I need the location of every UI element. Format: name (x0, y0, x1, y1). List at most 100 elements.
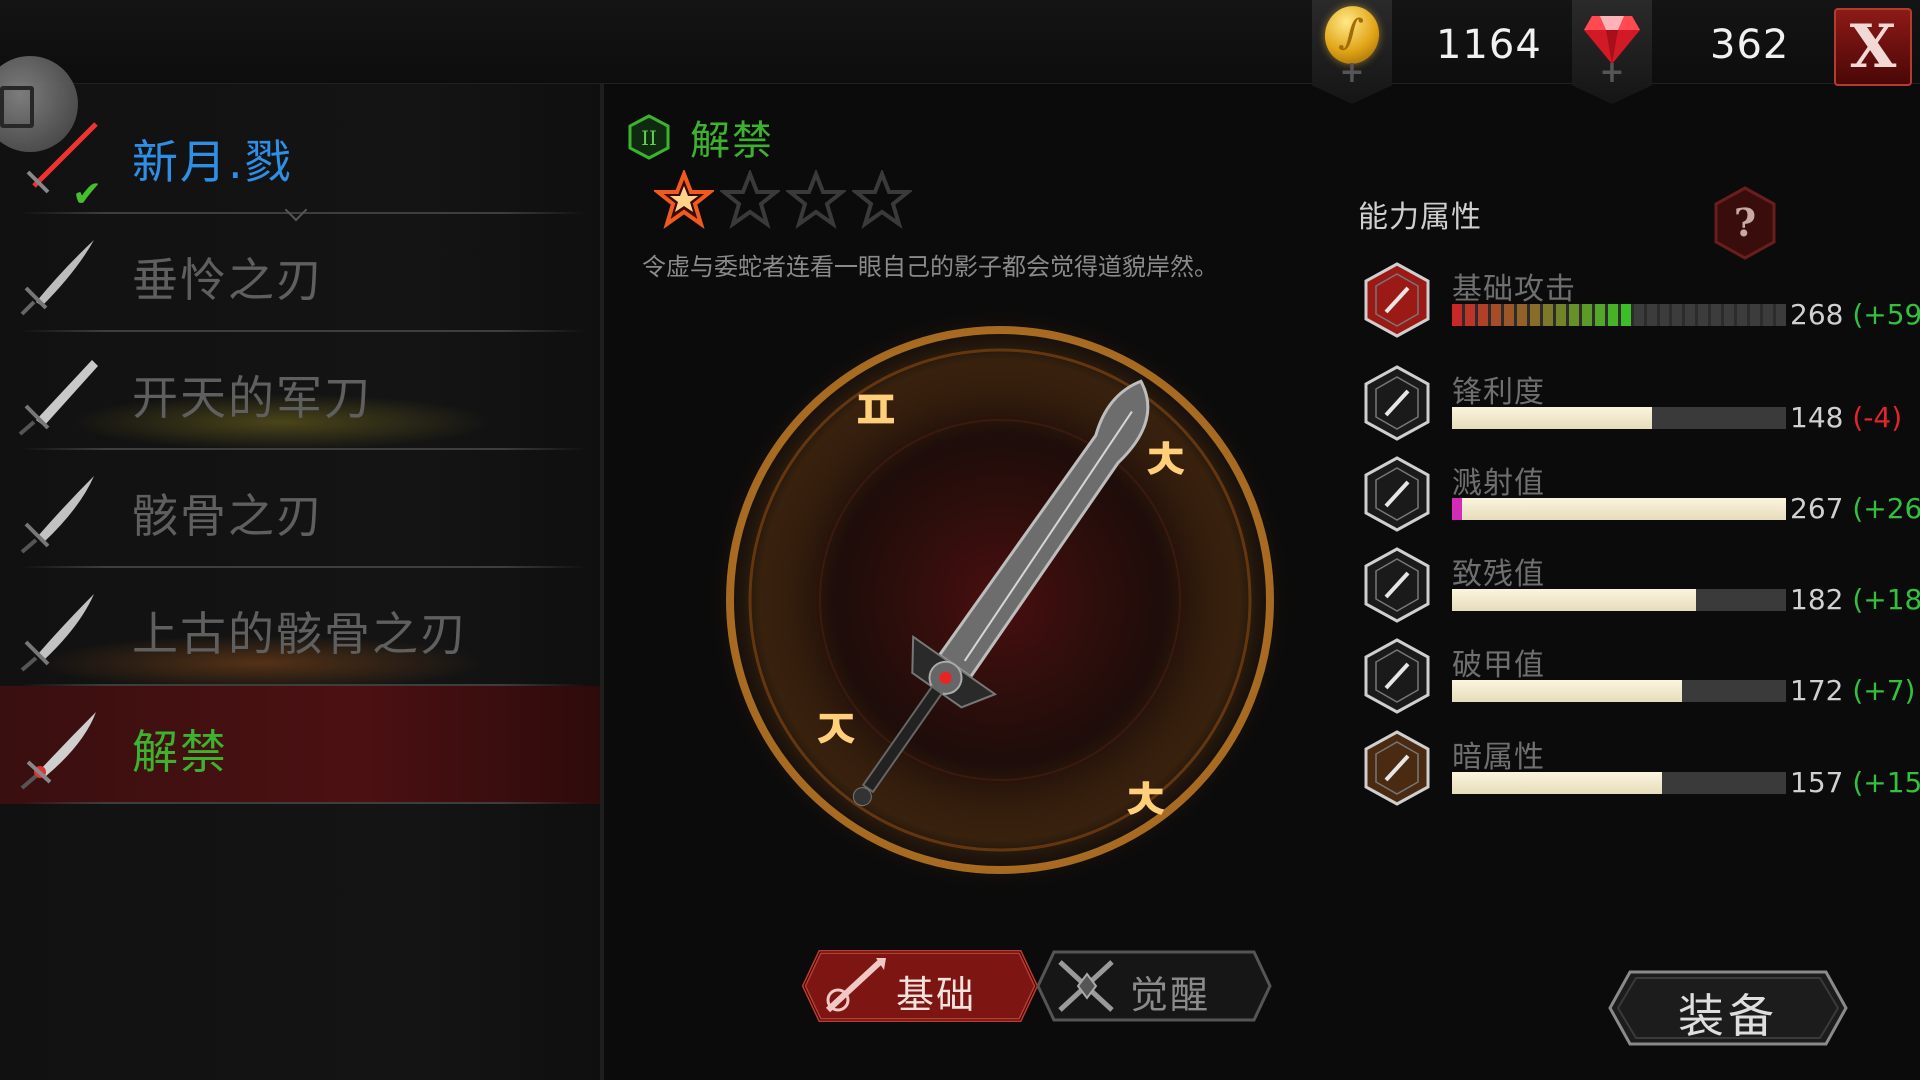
stat-label: 锋利度 (1452, 375, 1545, 410)
stat-bar-segment (1594, 304, 1605, 326)
stat-bar-segment (1659, 304, 1670, 326)
stat-delta: (+157) (1852, 766, 1920, 799)
svg-text:II: II (641, 126, 657, 150)
ruby-amount: 362 (1710, 22, 1790, 68)
stat-value: 182 (+182) (1790, 583, 1920, 616)
ruby-add-button[interactable]: + (1572, 0, 1652, 104)
stat-bar (1452, 407, 1786, 429)
star-empty-icon (720, 170, 780, 229)
weapon-list-item[interactable]: 开天的军刀 (0, 332, 600, 450)
svg-text:ㅊ: ㅊ (1140, 428, 1192, 494)
stat-bar-fill (1452, 589, 1696, 611)
cripple-hex-icon (1364, 547, 1430, 623)
tab-basic-label: 基础 (896, 973, 977, 1017)
stat-bar-segment (1724, 304, 1735, 326)
weapon-list-item[interactable]: 上古的骸骨之刃 (0, 568, 600, 686)
stat-bar-segment (1516, 304, 1527, 326)
sword-icon (20, 476, 94, 554)
star-empty-icon (786, 170, 846, 229)
stat-number: 148 (1790, 401, 1844, 434)
stat-bar (1452, 304, 1787, 326)
tab-basic[interactable]: 基础 (800, 948, 1040, 1024)
stat-row: 暗属性 157 (+157) (1362, 730, 1920, 816)
stat-bar-fill (1452, 680, 1683, 702)
weapon-list-item[interactable]: 解禁 (0, 686, 600, 804)
stat-delta: (+7) (1852, 674, 1916, 707)
stat-bar-segment (1581, 304, 1592, 326)
rank-badge-icon: II (628, 114, 670, 160)
stat-value: 172 (+7) (1790, 674, 1915, 707)
add-ruby-icon: + (1599, 55, 1625, 90)
shield-break-hex-icon (1364, 638, 1430, 714)
add-gold-icon: + (1339, 55, 1365, 90)
stat-row: 基础攻击 268 (+59) (1362, 262, 1920, 348)
tab-awaken-label: 觉醒 (1130, 973, 1211, 1017)
weapon-list-item[interactable]: 垂怜之刃 (0, 214, 600, 332)
stat-bar-segment (1685, 304, 1696, 326)
stat-value: 148 (-4) (1790, 401, 1902, 434)
stat-bar-fill (1452, 772, 1663, 794)
stat-label: 破甲值 (1452, 648, 1545, 683)
stat-bar-segment (1555, 304, 1566, 326)
stat-bar-segment (1503, 304, 1514, 326)
equip-button[interactable]: 装备 (1606, 968, 1850, 1048)
stat-bar (1452, 498, 1786, 520)
stat-bar-segment (1672, 304, 1683, 326)
stat-bar-marker (1452, 498, 1462, 520)
weapon-name: 垂怜之刃 (132, 253, 324, 307)
gold-add-button[interactable]: + (1312, 0, 1392, 104)
svg-text:ㅍ: ㅍ (850, 378, 902, 444)
sword-icon (18, 360, 98, 436)
stat-delta: (+267) (1852, 492, 1920, 525)
stat-number: 267 (1790, 492, 1844, 525)
stat-label: 溅射值 (1452, 466, 1545, 501)
tab-awaken[interactable]: 觉醒 (1034, 948, 1274, 1024)
close-button[interactable]: X (1834, 8, 1912, 86)
stat-number: 182 (1790, 583, 1844, 616)
weapon-name: 新月.戮 (132, 135, 293, 189)
stats-title: 能力属性 (1358, 200, 1482, 235)
stat-row: 溅射值 267 (+267) (1362, 456, 1920, 542)
svg-text:?: ? (1734, 200, 1756, 245)
stat-bar (1452, 680, 1786, 702)
stat-bar-segment (1646, 304, 1657, 326)
weapon-name: 解禁 (132, 725, 228, 779)
stat-bar-segment (1776, 304, 1787, 326)
stat-row: 锋利度 148 (-4) (1362, 365, 1920, 451)
weapon-title: 解禁 (690, 118, 774, 164)
weapon-description: 令虚与委蛇者连看一眼自己的影子都会觉得道貌岸然。 (642, 253, 1218, 281)
top-bar: + 1164 + 362 X (0, 0, 1920, 104)
stat-bar-segment (1529, 304, 1540, 326)
svg-text:ㅊ: ㅊ (1120, 768, 1172, 834)
weapon-name: 上古的骸骨之刃 (132, 607, 468, 661)
stat-bar-fill (1452, 498, 1786, 520)
stat-bar (1452, 772, 1786, 794)
crossed-swords-icon (1058, 960, 1114, 1012)
stat-delta: (+59) (1852, 298, 1920, 331)
equip-button-label: 装备 (1678, 989, 1778, 1043)
stat-bar-segment (1568, 304, 1579, 326)
weapon-name: 骸骨之刃 (132, 489, 324, 543)
weapon-list-item[interactable]: 骸骨之刃 (0, 450, 600, 568)
sword-icon (20, 712, 96, 790)
sword-hex-icon (1364, 262, 1430, 338)
stat-delta: (+182) (1852, 583, 1920, 616)
splash-hex-icon (1364, 456, 1430, 532)
stat-value: 157 (+157) (1790, 766, 1920, 799)
stat-bar-segment (1750, 304, 1761, 326)
stat-number: 157 (1790, 766, 1844, 799)
dark-sun-hex-icon (1364, 730, 1430, 806)
stat-value: 267 (+267) (1790, 492, 1920, 525)
stat-bar-segment (1607, 304, 1618, 326)
gold-amount: 1164 (1436, 22, 1542, 68)
stat-row: 破甲值 172 (+7) (1362, 638, 1920, 724)
stat-number: 268 (1790, 298, 1844, 331)
stat-number: 172 (1790, 674, 1844, 707)
panel-divider (600, 84, 604, 1080)
stat-bar-segment (1633, 304, 1644, 326)
help-button[interactable]: ? (1712, 186, 1778, 260)
stat-label: 暗属性 (1452, 740, 1545, 775)
stat-label: 致残值 (1452, 557, 1545, 592)
star-filled-icon (654, 170, 714, 229)
stat-bar-segment (1737, 304, 1748, 326)
